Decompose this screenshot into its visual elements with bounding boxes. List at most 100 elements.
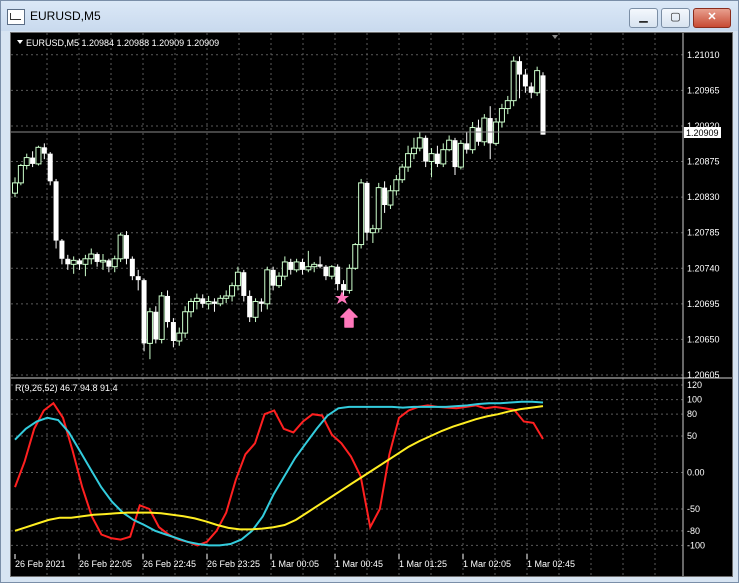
candle-body — [35, 146, 42, 165]
candle-body — [328, 266, 335, 277]
chart-shift-marker-icon[interactable] — [552, 35, 558, 39]
candle-body — [100, 259, 106, 263]
candle-body — [399, 166, 406, 181]
candle-body — [17, 164, 24, 184]
candle-body — [440, 149, 447, 165]
candle-body — [47, 153, 53, 182]
candle-body — [335, 266, 341, 285]
candle-body — [252, 300, 259, 318]
candle-body — [457, 142, 464, 168]
candle-body — [12, 182, 18, 194]
candle-body — [65, 258, 71, 265]
candle-body — [30, 157, 36, 164]
price-axis-label: 1.20785 — [687, 228, 720, 238]
candle-body — [141, 280, 147, 344]
candle-body — [428, 153, 435, 163]
candle-body — [382, 187, 388, 206]
candle-body — [223, 295, 230, 299]
candle-body — [410, 147, 417, 155]
candle-body — [70, 259, 77, 265]
price-axis-label: 1.20695 — [687, 299, 720, 309]
candle-body — [534, 70, 541, 94]
title-bar[interactable]: EURUSD,M5 ▁ ▢ ✕ — [1, 1, 738, 31]
candle-body — [94, 254, 100, 262]
candle-body — [200, 298, 206, 304]
indicator-level-label: 100 — [687, 395, 702, 405]
minimize-button[interactable]: ▁ — [629, 8, 658, 28]
candle-body — [464, 143, 470, 150]
candle-body — [146, 311, 153, 344]
candle-body — [510, 60, 517, 102]
price-axis-label: 1.20605 — [687, 370, 720, 380]
indicator-level-label: -50 — [687, 504, 700, 514]
candle-body — [241, 272, 247, 296]
candle-body — [288, 261, 294, 270]
candle-body — [229, 285, 236, 297]
price-axis-label: 1.21010 — [687, 50, 720, 60]
candle-body — [234, 271, 241, 287]
candle-body — [205, 300, 212, 305]
candle-body — [323, 266, 329, 277]
time-axis-label: 1 Mar 00:45 — [335, 559, 383, 569]
candle-body — [369, 228, 376, 234]
chart-window: EURUSD,M5 ▁ ▢ ✕ EURUSD,M5 1.20984 1.2098… — [0, 0, 739, 583]
candle-body — [423, 137, 429, 162]
candle-body — [53, 181, 59, 241]
close-button[interactable]: ✕ — [693, 8, 731, 28]
candle-body — [176, 332, 183, 342]
candle-body — [452, 140, 458, 168]
candle-body — [188, 300, 194, 313]
candle-body — [59, 240, 65, 259]
candle-body — [358, 182, 365, 246]
candle-body — [41, 147, 47, 154]
time-axis-label: 1 Mar 00:05 — [271, 559, 319, 569]
candle-body — [317, 264, 323, 267]
candle-body — [129, 258, 135, 277]
window-title: EURUSD,M5 — [30, 9, 101, 23]
price-axis-label: 1.20875 — [687, 157, 720, 167]
chart-area[interactable]: EURUSD,M5 1.20984 1.20988 1.20909 1.2090… — [10, 32, 733, 577]
candle-body — [341, 284, 347, 291]
candle-body — [375, 187, 382, 230]
price-axis-label: 1.20830 — [687, 192, 720, 202]
maximize-button[interactable]: ▢ — [661, 8, 690, 28]
candle-body — [522, 74, 528, 87]
candle-body — [247, 295, 253, 318]
candle-body — [153, 311, 159, 340]
candle-body — [106, 260, 112, 267]
candle-body — [293, 261, 300, 271]
candle-body — [475, 127, 481, 142]
star-icon — [335, 291, 349, 304]
chart-window-icon — [7, 9, 25, 25]
indicator-line-slow — [14, 405, 544, 532]
time-axis-label: 26 Feb 22:45 — [143, 559, 196, 569]
time-axis-label: 26 Feb 2021 — [15, 559, 66, 569]
candle-body — [393, 179, 400, 192]
time-axis-label: 26 Feb 23:25 — [207, 559, 260, 569]
candle-body — [170, 322, 176, 342]
candle-body — [182, 311, 189, 334]
candle-body — [540, 75, 546, 135]
time-axis-label: 26 Feb 22:05 — [79, 559, 132, 569]
candle-body — [264, 269, 271, 305]
price-axis-label: 1.20965 — [687, 85, 720, 95]
candle-body — [387, 190, 394, 206]
candle-body — [193, 297, 200, 302]
price-axis-label: 1.20740 — [687, 263, 720, 273]
candle-body — [135, 276, 141, 281]
candle-body — [346, 267, 353, 291]
time-axis-label: 1 Mar 02:05 — [463, 559, 511, 569]
candle-body — [446, 139, 453, 151]
time-axis-label: 1 Mar 01:25 — [399, 559, 447, 569]
candle-body — [405, 153, 412, 168]
candle-body — [281, 261, 288, 277]
candle-body — [158, 295, 165, 340]
current-price-label: 1.20909 — [686, 128, 719, 138]
indicator-level-label: -100 — [687, 540, 705, 550]
indicator-level-label: 50 — [687, 431, 697, 441]
candle-body — [528, 86, 534, 93]
price-axis-label: 1.20650 — [687, 334, 720, 344]
price-chart[interactable]: EURUSD,M5 1.20984 1.20988 1.20909 1.2090… — [11, 33, 732, 576]
candle-body — [305, 266, 312, 271]
chart-menu-triangle-icon[interactable] — [17, 40, 23, 44]
